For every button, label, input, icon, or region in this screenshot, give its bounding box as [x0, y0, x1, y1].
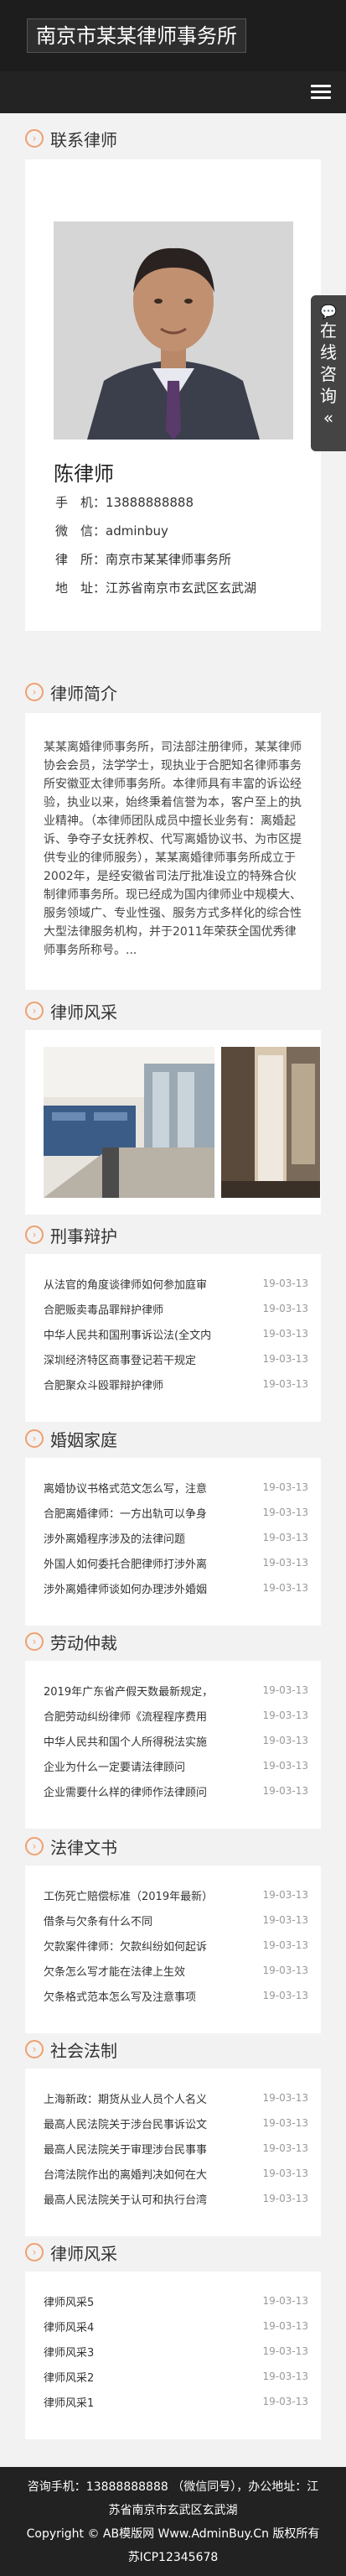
site-logo-text: 南京市某某律师事务所 [36, 24, 237, 48]
list-item[interactable]: 从法官的角度谈律师如何参加庭审 19-03-13 [44, 1271, 308, 1296]
list-item[interactable]: 律师风采3 19-03-13 [44, 2339, 308, 2364]
society-card: 上海新政：期货从业人员个人名义 19-03-13 最高人民法院关于涉台民事诉讼文 1… [25, 2069, 321, 2236]
style-list: 律师风采5 19-03-13 律师风采4 19-03-13 律师风采3 19-03-1… [44, 2288, 308, 2414]
chat-bubble-icon: 💬 [320, 304, 337, 320]
criminal-card: 从法官的角度谈律师如何参加庭审 19-03-13 合肥贩卖毒品罪辩护律师 19-03… [25, 1254, 321, 1422]
chevron-right-icon: › [25, 1632, 44, 1651]
style-list-card: 律师风采5 19-03-13 律师风采4 19-03-13 律师风采3 19-03-1… [25, 2272, 321, 2439]
chevron-right-icon: › [25, 683, 44, 701]
online-consult-tab[interactable]: 💬 在 线 咨 询 « [311, 295, 346, 451]
list-item[interactable]: 借条与欠条有什么不同 19-03-13 [44, 1907, 308, 1933]
list-item[interactable]: 欠款案件律师：欠款纠纷如何起诉 19-03-13 [44, 1933, 308, 1958]
footer-address-line: 苏省南京市玄武区玄武湖 [108, 2504, 238, 2517]
list-item[interactable]: 企业需要什么样的律师作法律顾问 19-03-13 [44, 1778, 308, 1803]
section-title-contact: › 联系律师 [25, 126, 117, 151]
chevron-right-icon: › [25, 2040, 44, 2058]
section-title-docs: › 法律文书 [25, 1834, 117, 1859]
chevron-right-icon: › [25, 1226, 44, 1244]
section-title-labor: › 劳动仲裁 [25, 1629, 117, 1654]
list-item[interactable]: 台湾法院作出的离婚判决如何在大 19-03-13 [44, 2161, 308, 2186]
lawyer-name: 陈律师 [54, 462, 114, 486]
section-title-intro: › 律师简介 [25, 679, 117, 705]
list-item[interactable]: 律师风采1 19-03-13 [44, 2389, 308, 2414]
contact-row-phone: 手 机：13888888888 [55, 495, 194, 510]
list-item[interactable]: 中华人民共和国个人所得税法实施 19-03-13 [44, 1728, 308, 1753]
list-item[interactable]: 合肥贩卖毒品罪辩护律师 19-03-13 [44, 1296, 308, 1321]
intro-text: 某某离婚律师事务所，司法部注册律师，某某律师协会会员，法学学士，现执业于合肥知名… [44, 741, 302, 957]
site-logo[interactable]: 南京市某某律师事务所 [27, 18, 246, 53]
contact-card: 陈律师 手 机：13888888888 微 信：adminbuy 律 所：南京市… [25, 159, 321, 631]
chevron-right-icon: › [25, 1429, 44, 1448]
list-item[interactable]: 欠条格式范本怎么写及注意事项 19-03-13 [44, 1983, 308, 2008]
list-item[interactable]: 上海新政：期货从业人员个人名义 19-03-13 [44, 2085, 308, 2110]
lawyer-photo [54, 221, 293, 440]
docs-card: 工伤死亡赔偿标准（2019年最新） 19-03-13 借条与欠条有什么不同 19-0… [25, 1866, 321, 2033]
list-item[interactable]: 最高人民法院关于涉台民事诉讼文 19-03-13 [44, 2110, 308, 2136]
footer-icp[interactable]: 苏ICP12345678 [0, 2546, 346, 2569]
section-title-family: › 婚姻家庭 [25, 1426, 117, 1451]
section-title-style: › 律师风采 [25, 998, 117, 1023]
list-item[interactable]: 律师风采5 19-03-13 [44, 2288, 308, 2313]
site-header: 南京市某某律师事务所 [0, 0, 346, 71]
list-item[interactable]: 最高人民法院关于审理涉台民事事 19-03-13 [44, 2136, 308, 2161]
chevron-right-icon: › [25, 1837, 44, 1855]
collapse-icon[interactable]: « [311, 407, 346, 429]
menu-icon[interactable] [311, 85, 331, 100]
list-item[interactable]: 涉外离婚律师谈如何办理涉外婚姻 19-03-13 [44, 1575, 308, 1600]
list-item[interactable]: 最高人民法院关于认可和执行台湾 19-03-13 [44, 2186, 308, 2211]
office-photo[interactable] [44, 1047, 214, 1198]
list-item[interactable]: 合肥离婚律师：一方出轨可以争身 19-03-13 [44, 1500, 308, 1525]
intro-card: 某某离婚律师事务所，司法部注册律师，某某律师协会会员，法学学士，现执业于合肥知名… [25, 713, 321, 990]
chevron-right-icon: › [25, 2243, 44, 2261]
list-item[interactable]: 外国人如何委托合肥律师打涉外离 19-03-13 [44, 1550, 308, 1575]
list-item[interactable]: 企业为什么一定要请法律顾问 19-03-13 [44, 1753, 308, 1778]
list-item[interactable]: 合肥聚众斗殴罪辩护律师 19-03-13 [44, 1371, 308, 1397]
list-item[interactable]: 合肥劳动纠纷律师《流程程序费用 19-03-13 [44, 1703, 308, 1728]
contact-row-address: 地 址：江苏省南京市玄武区玄武湖 [55, 580, 257, 596]
criminal-list: 从法官的角度谈律师如何参加庭审 19-03-13 合肥贩卖毒品罪辩护律师 19-03… [44, 1271, 308, 1397]
labor-list: 2019年广东省产假天数最新规定， 19-03-13 合肥劳动纠纷律师《流程程序费… [44, 1678, 308, 1803]
site-footer: 咨询手机：13888888888 （微信同号），办公地址：江 苏省南京市玄武区玄… [0, 2467, 346, 2576]
family-list: 离婚协议书格式范文怎么写，注意 19-03-13 合肥离婚律师：一方出轨可以争身 1… [44, 1475, 308, 1600]
chevron-right-icon: › [25, 129, 44, 148]
footer-copyright: Copyright © AB模版网 Www.AdminBuy.Cn 版权所有 [26, 2527, 320, 2541]
footer-contact-line: 咨询手机：13888888888 （微信同号），办公地址：江 [27, 2480, 319, 2494]
chevron-right-icon: › [25, 1002, 44, 1020]
nav-bar [0, 71, 346, 113]
list-item[interactable]: 律师风采2 19-03-13 [44, 2364, 308, 2389]
corridor-photo[interactable] [221, 1047, 320, 1198]
docs-list: 工伤死亡赔偿标准（2019年最新） 19-03-13 借条与欠条有什么不同 19-0… [44, 1882, 308, 2008]
society-list: 上海新政：期货从业人员个人名义 19-03-13 最高人民法院关于涉台民事诉讼文 1… [44, 2085, 308, 2211]
list-item[interactable]: 离婚协议书格式范文怎么写，注意 19-03-13 [44, 1475, 308, 1500]
list-item[interactable]: 涉外离婚程序涉及的法律问题 19-03-13 [44, 1525, 308, 1550]
family-card: 离婚协议书格式范文怎么写，注意 19-03-13 合肥离婚律师：一方出轨可以争身 1… [25, 1458, 321, 1626]
labor-card: 2019年广东省产假天数最新规定， 19-03-13 合肥劳动纠纷律师《流程程序费… [25, 1661, 321, 1829]
section-title-style-list: › 律师风采 [25, 2240, 117, 2265]
style-gallery-card [25, 1030, 321, 1215]
list-item[interactable]: 2019年广东省产假天数最新规定， 19-03-13 [44, 1678, 308, 1703]
section-title-society: › 社会法制 [25, 2037, 117, 2062]
contact-row-firm: 律 所：南京市某某律师事务所 [55, 552, 232, 567]
list-item[interactable]: 工伤死亡赔偿标准（2019年最新） 19-03-13 [44, 1882, 308, 1907]
section-title-criminal: › 刑事辩护 [25, 1222, 117, 1247]
list-item[interactable]: 中华人民共和国刑事诉讼法(全文内 19-03-13 [44, 1321, 308, 1346]
list-item[interactable]: 欠条怎么写才能在法律上生效 19-03-13 [44, 1958, 308, 1983]
list-item[interactable]: 律师风采4 19-03-13 [44, 2313, 308, 2339]
contact-row-wechat: 微 信：adminbuy [55, 523, 168, 539]
list-item[interactable]: 深圳经济特区商事登记若干规定 19-03-13 [44, 1346, 308, 1371]
